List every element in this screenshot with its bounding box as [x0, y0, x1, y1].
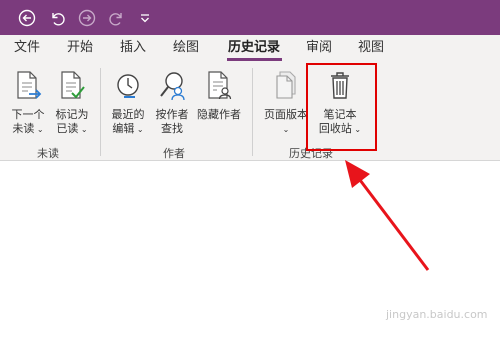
annotation-arrow	[345, 160, 430, 271]
watermark: jingyan.baidu.com	[386, 308, 488, 321]
